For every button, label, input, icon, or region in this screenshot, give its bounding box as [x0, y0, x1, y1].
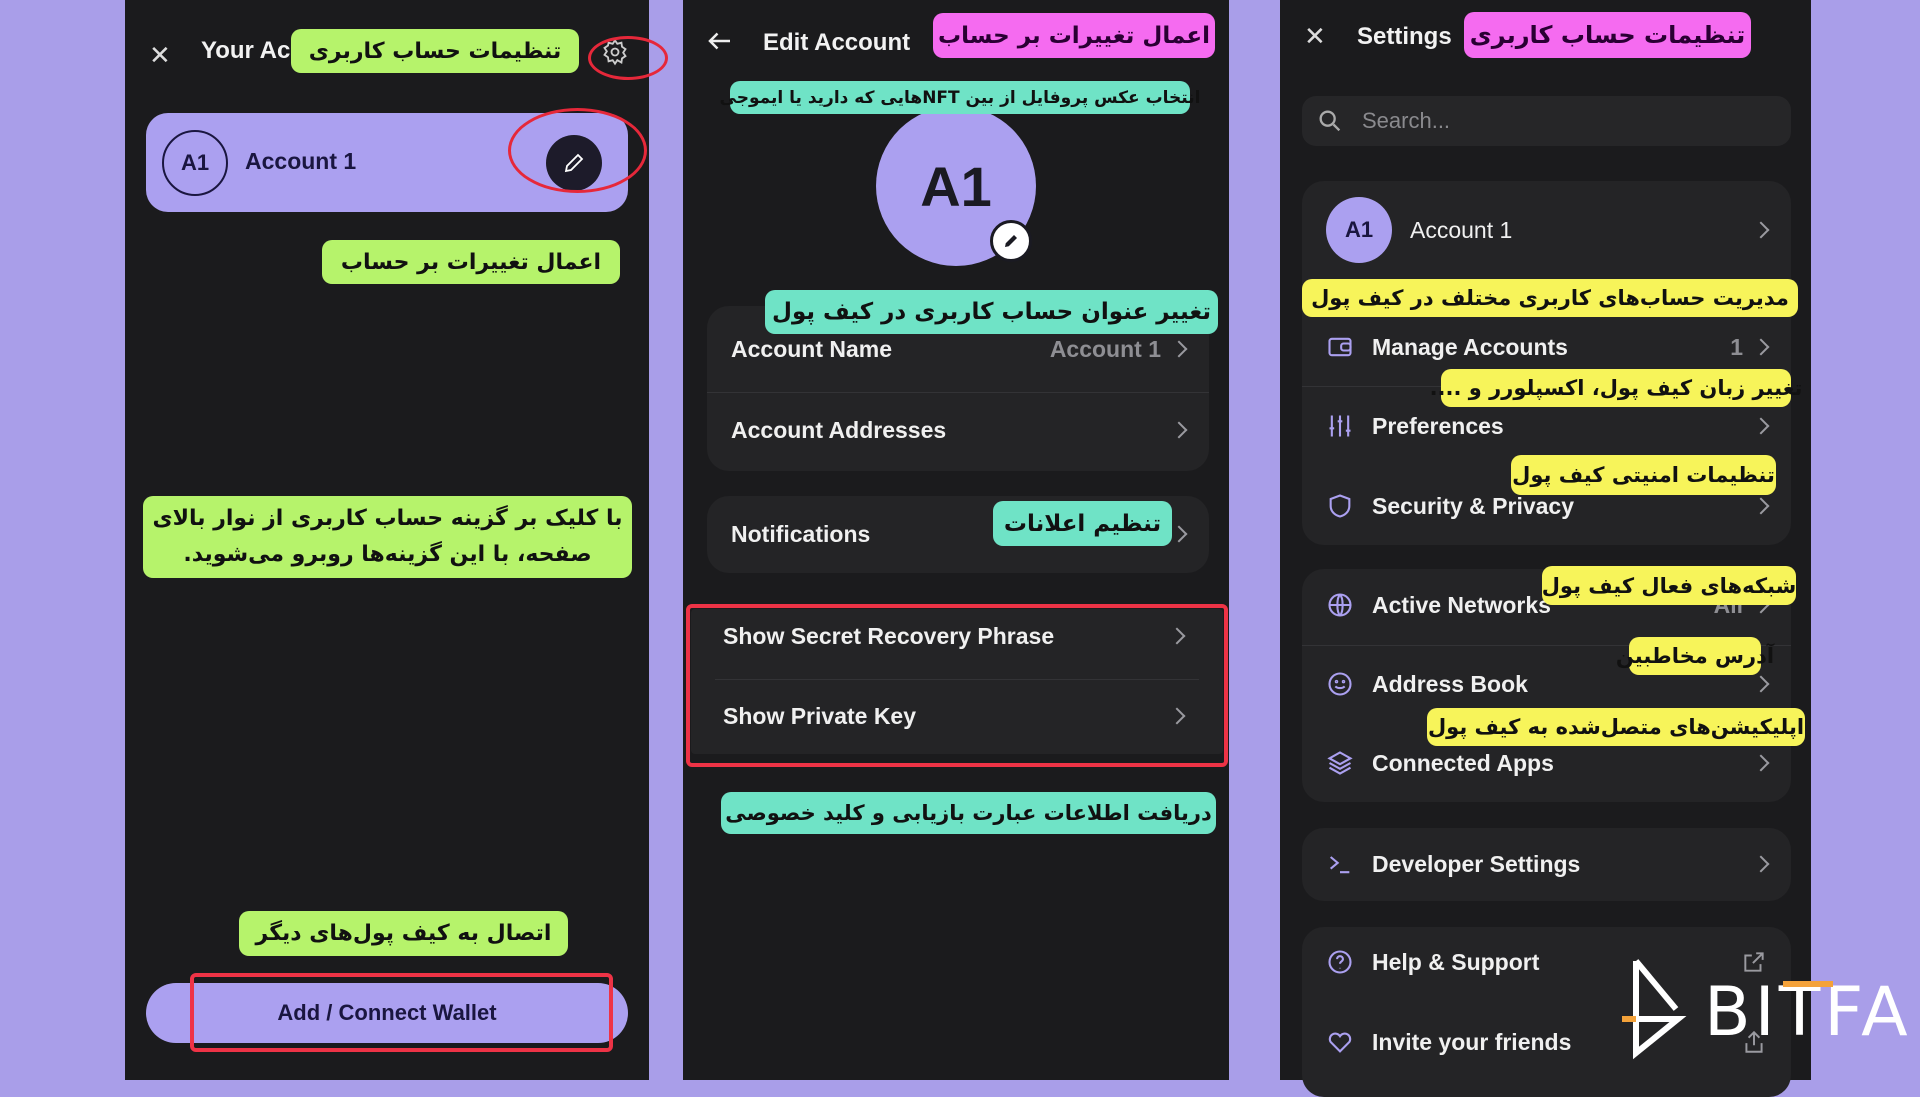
note-apply: اعمال تغییرات بر حساب: [933, 13, 1215, 58]
account-avatar: A1: [1326, 197, 1392, 263]
developer-settings-label: Developer Settings: [1372, 850, 1581, 877]
edit-highlight: [508, 108, 647, 193]
chevron-right-icon: [1752, 754, 1770, 772]
note-connect: اتصال به کیف پول‌های دیگر: [239, 911, 568, 956]
note-info-line2: صفحه، با این گزینه‌ها روبرو می‌شوید.: [183, 542, 592, 567]
chevron-right-icon: [1752, 221, 1770, 239]
note-preferences: تغییر زبان کیف پول، اکسپلورر و ....: [1430, 369, 1802, 407]
note-networks: شبکه‌های فعال کیف پول: [1542, 566, 1796, 605]
globe-icon: [1328, 593, 1352, 617]
security-privacy-label: Security & Privacy: [1372, 492, 1575, 519]
panel-title: Your Ac: [201, 37, 291, 64]
shield-icon: [1329, 494, 1351, 518]
developer-settings-row[interactable]: Developer Settings: [1302, 829, 1791, 899]
note-settings-title: تنظیمات حساب کاربری: [1464, 12, 1751, 58]
chevron-right-icon: [1752, 675, 1770, 693]
edit-account-panel: Edit Account اعمال تغییرات بر حساب A1 ان…: [683, 0, 1229, 1080]
manage-accounts-label: Manage Accounts: [1372, 333, 1568, 360]
settings-panel: ✕ Settings تنظیمات حساب کاربری Search...…: [1280, 0, 1811, 1097]
search-placeholder: Search...: [1362, 108, 1451, 133]
close-icon[interactable]: ✕: [149, 40, 171, 71]
note-manage: مدیریت حساب‌های کاربری مختلف در کیف پول: [1302, 279, 1798, 317]
account-avatar: A1: [162, 130, 228, 196]
layers-icon: [1327, 751, 1353, 775]
pencil-icon: [1005, 235, 1017, 247]
account-addresses-row[interactable]: Account Addresses: [707, 395, 1209, 465]
heart-icon: [1328, 1032, 1352, 1053]
secrets-highlight: [686, 604, 1228, 767]
panel-title: Settings: [1357, 23, 1452, 50]
account-addresses-label: Account Addresses: [731, 416, 947, 443]
note-edit: اعمال تغییرات بر حساب: [322, 240, 620, 284]
close-icon[interactable]: ✕: [1304, 21, 1326, 52]
account-name-label: Account Name: [731, 335, 893, 362]
chevron-right-icon: [1752, 338, 1770, 356]
chevron-right-icon: [1170, 421, 1188, 439]
bitfa-logo: BITFA: [1622, 955, 1908, 1060]
add-wallet-highlight: [190, 973, 613, 1052]
sliders-icon: [1329, 415, 1351, 437]
preferences-label: Preferences: [1372, 412, 1504, 439]
note-security: تنظیمات امنیتی کیف پول: [1511, 455, 1776, 495]
edit-avatar-button[interactable]: [990, 220, 1032, 262]
note-info: با کلیک بر گزینه حساب کاربری از نوار بال…: [143, 496, 632, 578]
search-icon: [1319, 110, 1341, 132]
bitfa-logo-mark: [1622, 959, 1687, 1060]
chevron-right-icon: [1170, 340, 1188, 358]
note-rename: تغییر عنوان حساب کاربری در کیف پول: [765, 290, 1218, 334]
back-arrow-icon[interactable]: [705, 26, 735, 61]
chevron-right-icon: [1752, 417, 1770, 435]
connected-apps-label: Connected Apps: [1372, 749, 1554, 776]
note-address: آدرس مخاطبین: [1616, 637, 1774, 675]
account-name-value: Account 1: [1049, 335, 1161, 362]
search-input[interactable]: Search...: [1302, 96, 1791, 146]
note-notifications: تنظیم اعلانات: [993, 501, 1172, 546]
settings-card-developer: Developer Settings: [1302, 828, 1791, 901]
smiley-icon: [1328, 672, 1352, 696]
note-settings: تنظیمات حساب کاربری: [291, 29, 579, 73]
wallet-icon: [1328, 337, 1352, 357]
terminal-icon: [1329, 856, 1350, 874]
profile-avatar-text: A1: [920, 154, 992, 218]
account-row[interactable]: A1 Account 1: [1302, 195, 1791, 265]
panel-title: Edit Account: [763, 29, 911, 56]
note-secret: دریافت اطلاعات عبارت بازیابی و کلید خصوص…: [721, 792, 1216, 834]
chevron-right-icon: [1752, 855, 1770, 873]
accounts-panel: ✕ Your Ac A1 Account 1 تنظیمات حساب کارب…: [125, 0, 668, 1080]
note-apps: اپلیکیشن‌های متصل‌شده به کیف پول: [1427, 708, 1805, 746]
help-circle-icon: [1328, 950, 1352, 974]
manage-accounts-count: 1: [1730, 333, 1743, 360]
account-name: Account 1: [1410, 216, 1513, 243]
note-nft: انتخاب عکس پروفایل از بین NFTهایی که دار…: [720, 81, 1200, 114]
note-info-line1: با کلیک بر گزینه حساب کاربری از نوار بال…: [152, 506, 623, 531]
chevron-right-icon: [1170, 525, 1188, 543]
gear-highlight: [588, 36, 668, 80]
chevron-right-icon: [1752, 497, 1770, 515]
account-name: Account 1: [245, 148, 357, 174]
